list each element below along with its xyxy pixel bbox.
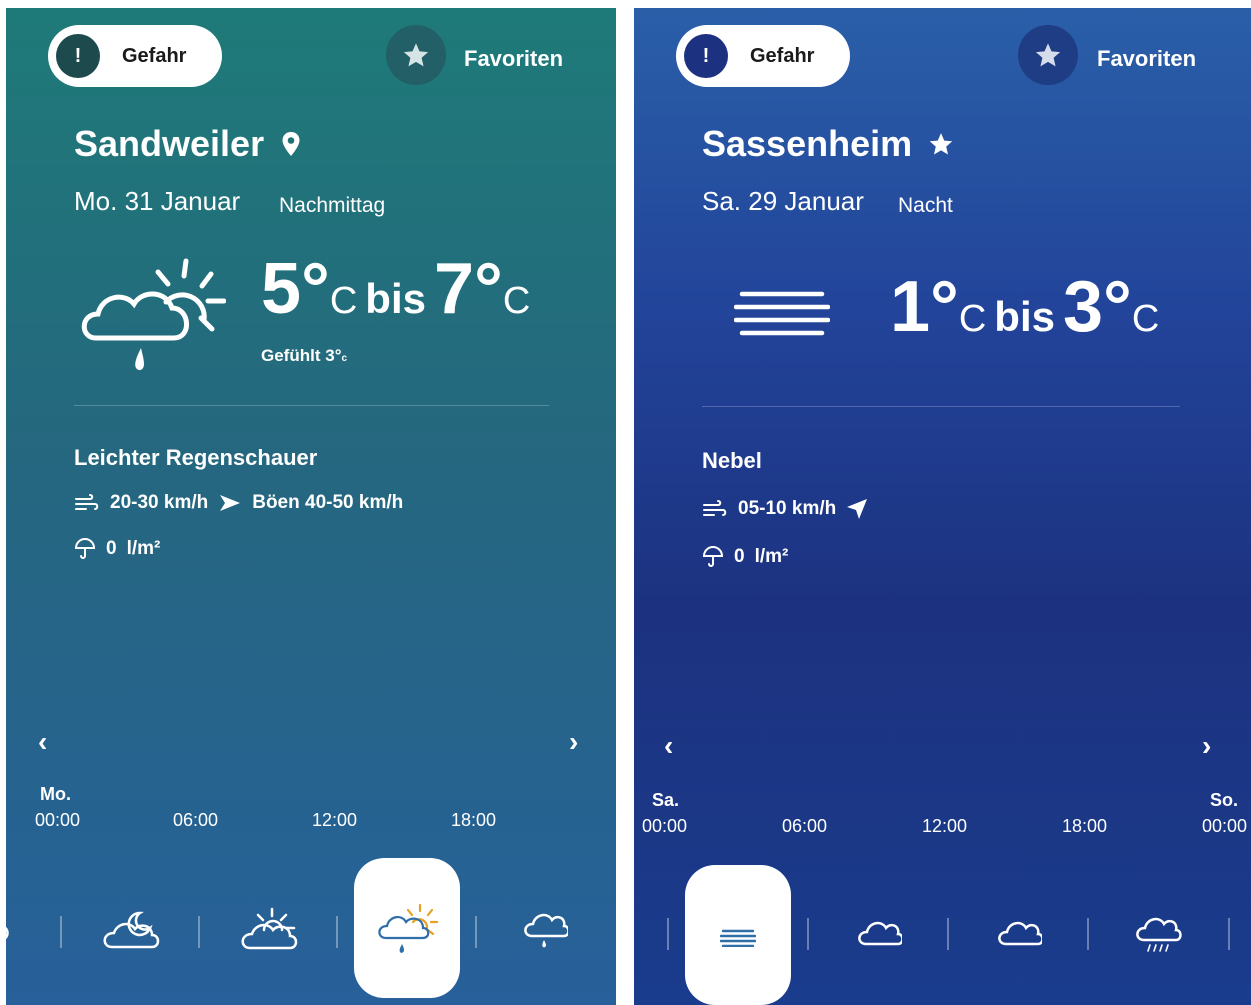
timeline-tick: [198, 916, 200, 948]
star-icon: [1035, 43, 1061, 67]
hour-label: 00:00: [35, 810, 81, 830]
temp-separator: bis: [994, 293, 1055, 340]
hour-label: 18:00: [1062, 816, 1108, 836]
cloud-drizzle-icon[interactable]: [1134, 914, 1182, 954]
timeline-tick: [475, 916, 477, 948]
warning-label: Gefahr: [122, 44, 187, 67]
divider: [74, 405, 549, 406]
warning-label: Gefahr: [750, 44, 815, 67]
date-label: Sa. 29 Januar: [702, 186, 864, 216]
hour-label: 06:00: [173, 810, 219, 830]
temp-max: 7°: [433, 249, 503, 329]
selected-timeslot[interactable]: [685, 865, 791, 1005]
wind-icon: [75, 494, 99, 510]
precipitation-value: 0: [734, 546, 745, 567]
temperature-range: 5°C bis 7°C: [261, 248, 530, 330]
warning-button[interactable]: ! Gefahr: [48, 25, 222, 87]
favorites-label[interactable]: Favoriten: [464, 46, 563, 72]
temp-separator: bis: [365, 275, 426, 322]
temp-unit-min: C: [958, 298, 987, 340]
timeline-tick: [336, 916, 338, 948]
day-label: Sa.: [652, 790, 680, 810]
timeline-tick: [1087, 918, 1089, 950]
temp-unit-max: C: [502, 280, 531, 322]
precipitation-row: 0 l/m²: [74, 538, 160, 560]
favorites-label[interactable]: Favoriten: [1097, 46, 1196, 72]
timeline-tick: [667, 918, 669, 950]
rain-shower-sun-icon: [378, 903, 438, 953]
next-arrow-icon[interactable]: ›: [569, 726, 578, 758]
wind-speed: 20-30 km/h: [110, 492, 209, 513]
wind-direction-arrow-icon: [220, 495, 241, 511]
previous-arrow-icon[interactable]: ‹: [664, 730, 673, 762]
hour-label: 00:00: [642, 816, 688, 836]
precipitation-row: 0 l/m²: [702, 546, 788, 568]
temp-unit-max: C: [1131, 298, 1160, 340]
date-label: Mo. 31 Januar: [74, 186, 241, 216]
feels-like: Gefühlt 3°c: [261, 346, 347, 366]
city-name: Sandweiler: [74, 123, 265, 164]
condition-label: Nebel: [702, 448, 762, 473]
timeline-tick: [807, 918, 809, 950]
timeline-tick: [60, 916, 62, 948]
fog-icon: [720, 929, 756, 947]
day-label: So.: [1210, 790, 1239, 810]
divider: [702, 406, 1180, 407]
wind-row: 20-30 km/h Böen 40-50 km/h: [74, 492, 403, 514]
temp-unit-min: C: [329, 280, 358, 322]
hour-label: 12:00: [312, 810, 358, 830]
timeline-tick: [947, 918, 949, 950]
favorites-button[interactable]: [1018, 25, 1078, 85]
wind-row: 05-10 km/h: [702, 498, 868, 520]
feels-like-unit: c: [341, 353, 348, 364]
cloud-sun-icon[interactable]: [238, 906, 300, 956]
star-icon: [403, 43, 429, 67]
warning-icon: !: [684, 34, 728, 78]
temperature-range: 1°C bis 3°C: [890, 266, 1159, 348]
temp-min: 5°: [261, 249, 330, 329]
location-pin-icon: [282, 132, 300, 156]
wind-speed: 05-10 km/h: [738, 498, 837, 519]
wind-direction-arrow-icon: [847, 499, 868, 519]
rain-shower-sun-icon: [81, 258, 226, 371]
warning-button[interactable]: ! Gefahr: [676, 25, 850, 87]
next-arrow-icon[interactable]: ›: [1202, 730, 1211, 762]
feels-like-label: Gefühlt: [261, 346, 321, 365]
warning-icon: !: [56, 34, 100, 78]
hour-label: 12:00: [922, 816, 968, 836]
hour-label: 18:00: [451, 810, 497, 830]
precipitation-value: 0: [106, 538, 117, 559]
city-title: Sandweiler: [74, 123, 302, 165]
day-label: Mo.: [40, 784, 71, 804]
weather-screen-sandweiler: ! Gefahr Favoriten Sandweiler Mo. 31 Jan…: [6, 8, 616, 1005]
temp-min: 1°: [890, 267, 959, 347]
previous-arrow-icon[interactable]: ‹: [38, 726, 47, 758]
timeline-tick: [1228, 918, 1230, 950]
feels-like-value: 3°: [325, 346, 342, 365]
gusts-label: Böen 40-50 km/h: [252, 492, 404, 513]
temp-max: 3°: [1062, 267, 1132, 347]
period-label: Nacht: [898, 194, 953, 217]
selected-timeslot[interactable]: [354, 858, 460, 998]
city-title: Sassenheim: [702, 123, 954, 165]
cloud-icon[interactable]: [856, 918, 902, 948]
favorites-button[interactable]: [386, 25, 446, 85]
condition-label: Leichter Regenschauer: [74, 445, 318, 470]
precipitation-unit: l/m²: [754, 546, 789, 567]
cloud-moon-icon[interactable]: [100, 909, 162, 955]
hour-label: 06:00: [782, 816, 828, 836]
period-label: Nachmittag: [279, 194, 386, 217]
cloud-icon[interactable]: [996, 918, 1042, 948]
cloud-partial-icon[interactable]: [6, 918, 18, 946]
fog-icon: [734, 291, 830, 336]
weather-screen-sassenheim: ! Gefahr Favoriten Sassenheim Sa. 29 Jan…: [634, 8, 1251, 1005]
umbrella-icon: [702, 546, 724, 567]
precipitation-unit: l/m²: [126, 538, 161, 559]
umbrella-icon: [74, 538, 96, 559]
star-icon: [929, 133, 953, 155]
wind-icon: [703, 500, 727, 516]
hour-label: 00:00: [1202, 816, 1248, 836]
city-name: Sassenheim: [702, 123, 913, 164]
cloud-rain-icon[interactable]: [522, 910, 568, 950]
